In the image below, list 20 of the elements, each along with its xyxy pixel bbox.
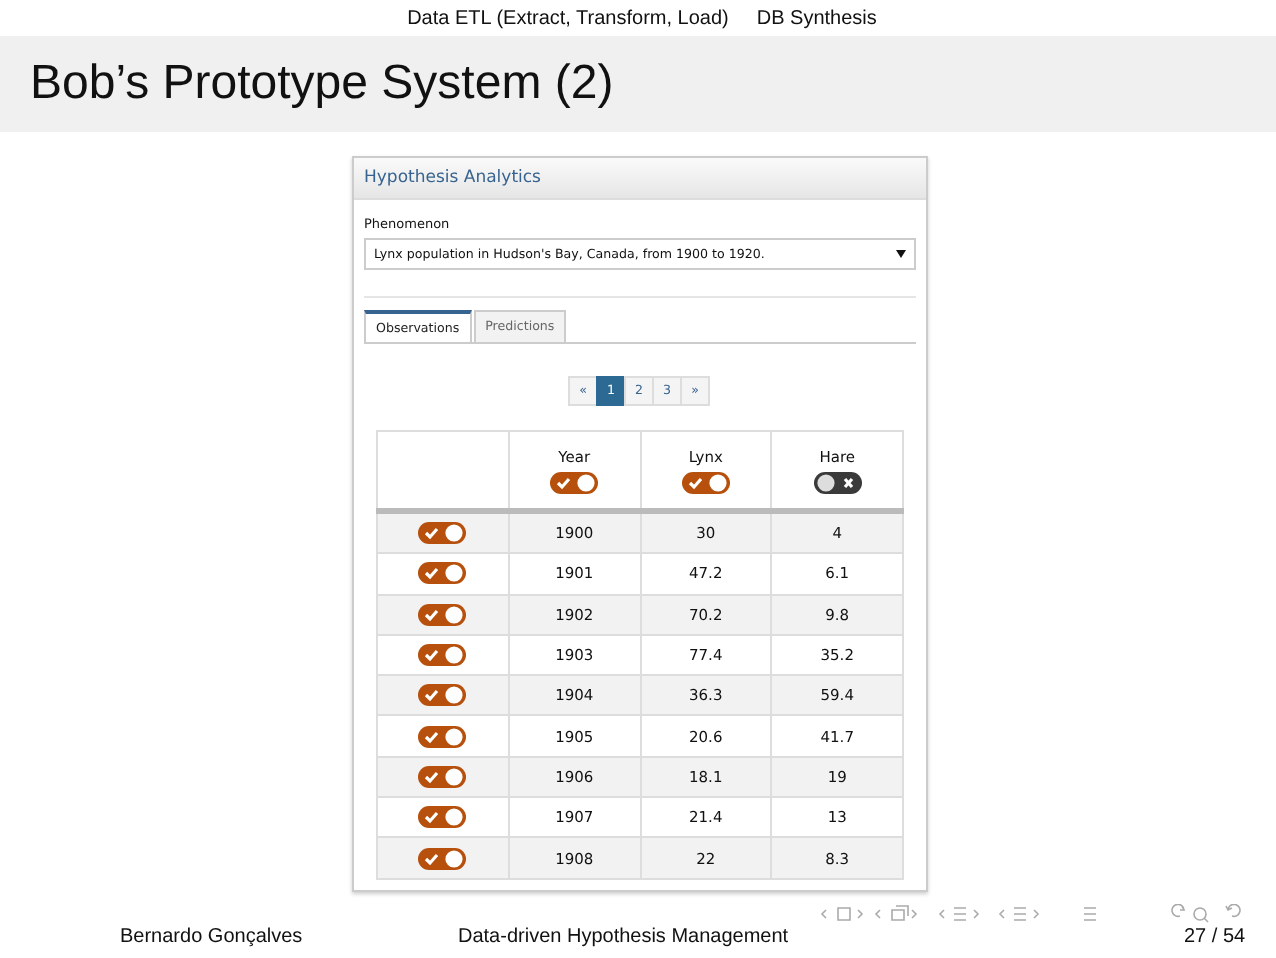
toggle-switch[interactable] — [418, 562, 467, 585]
toggle-switch[interactable] — [418, 725, 467, 748]
section-link[interactable]: DB Synthesis — [756, 7, 877, 29]
toggle-switch[interactable] — [418, 684, 467, 707]
toggle-switch[interactable] — [550, 471, 599, 493]
author-name: Bernardo Gonçalves — [120, 926, 303, 948]
toggle-switch[interactable] — [681, 471, 730, 493]
toggle-switch[interactable] — [418, 603, 467, 626]
toggle-switch[interactable] — [418, 765, 467, 788]
toggle-switch[interactable] — [418, 644, 467, 667]
toggle-switch[interactable] — [418, 806, 467, 829]
talk-title: Data-driven Hypothesis Management — [458, 926, 789, 948]
toggle-switch[interactable] — [418, 522, 467, 545]
section-link[interactable]: Data ETL (Extract, Transform, Load) — [407, 7, 729, 29]
page-number: 27 / 54 — [1184, 926, 1246, 948]
panel-title: Hypothesis Analytics — [364, 168, 541, 188]
toggle-switch[interactable] — [418, 847, 467, 870]
toggle-switch[interactable] — [813, 471, 862, 493]
caret-icon — [896, 250, 906, 258]
slide-title: Bob’s Prototype System (2) — [30, 56, 614, 112]
